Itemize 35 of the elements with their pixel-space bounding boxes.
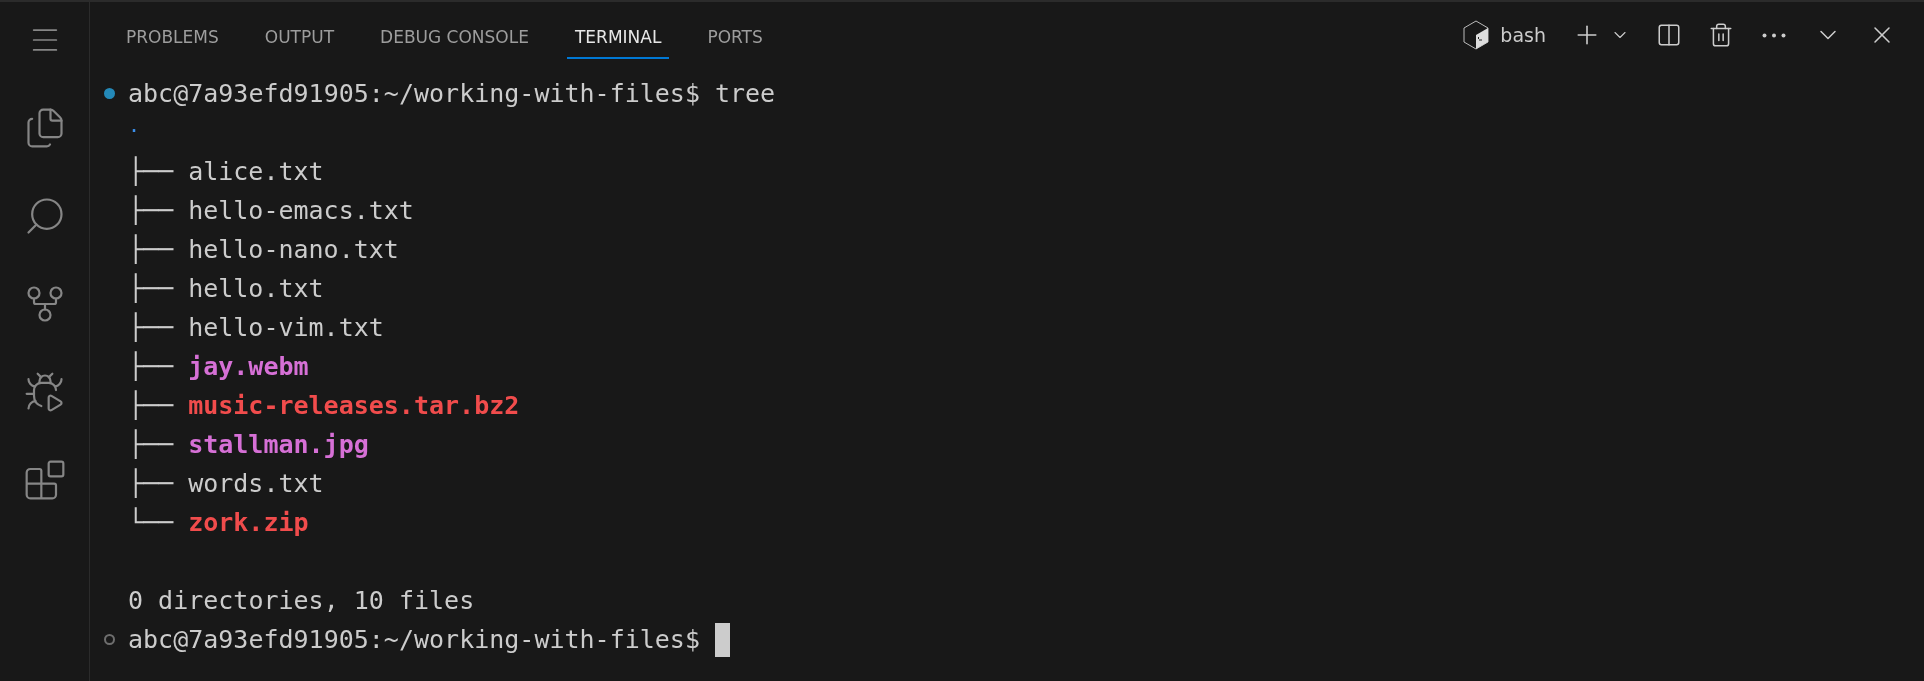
file-name: hello-vim.txt — [188, 312, 384, 344]
file-name: words.txt — [188, 468, 324, 500]
file-name: stallman.jpg — [188, 429, 369, 461]
prompt-text: abc@7a93efd91905:~/working-with-files$ — [128, 624, 700, 656]
tree-branch: └── — [128, 506, 174, 539]
terminal-cube-icon — [1462, 20, 1491, 50]
ellipsis-icon — [1762, 32, 1786, 38]
panel-tab[interactable]: PORTS — [699, 17, 771, 59]
prompt-text: abc@7a93efd91905:~/working-with-files$ — [128, 78, 700, 110]
panel-tab[interactable]: TERMINAL — [566, 17, 670, 59]
split-icon — [1656, 22, 1682, 48]
tree-branch: ├── — [128, 428, 174, 461]
file-name: jay.webm — [188, 351, 309, 383]
file-name: zork.zip — [188, 507, 309, 539]
tree-branch: ├── — [128, 389, 174, 422]
tree-root: . — [128, 112, 141, 139]
file-name: alice.txt — [188, 156, 324, 188]
file-name: hello-emacs.txt — [188, 195, 414, 227]
tree-branch: ├── — [128, 350, 174, 383]
file-name: hello-nano.txt — [188, 234, 399, 266]
panel-tab[interactable]: DEBUG CONSOLE — [372, 17, 537, 59]
output-text: 0 directories, 10 files — [128, 585, 475, 617]
trash-icon — [1708, 22, 1734, 48]
tree-branch: ├── — [128, 194, 174, 227]
file-name: hello.txt — [188, 273, 324, 305]
panel-tab[interactable]: PROBLEMS — [118, 17, 227, 59]
tree-branch: ├── — [128, 311, 174, 344]
tree-branch: ├── — [128, 155, 174, 188]
tree-branch: ├── — [128, 272, 174, 305]
tree-branch: ├── — [128, 467, 174, 500]
command-text: tree — [714, 78, 776, 110]
file-name: music-releases.tar.bz2 — [188, 390, 520, 422]
panel-tab[interactable]: OUTPUT — [256, 17, 343, 59]
shell-selector[interactable]: bash — [1458, 16, 1550, 54]
tree-branch: ├── — [128, 233, 174, 266]
